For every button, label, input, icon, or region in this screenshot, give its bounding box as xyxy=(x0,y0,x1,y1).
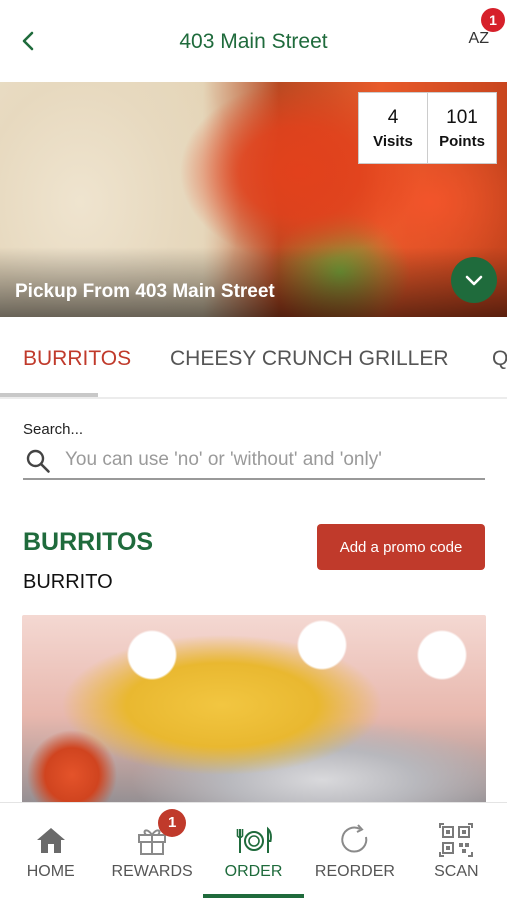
nav-item-order[interactable]: ORDER xyxy=(202,803,305,900)
section-title: BURRITOS xyxy=(23,528,154,556)
nav-label-reorder: REORDER xyxy=(314,863,395,880)
nav-label-rewards: REWARDS xyxy=(111,863,193,880)
search-input[interactable] xyxy=(65,444,480,476)
nav-item-home[interactable]: HOME xyxy=(0,803,101,900)
tab-cheesy-crunch-griller[interactable]: CHEESY CRUNCH GRILLER xyxy=(170,347,449,371)
visits-value: 4 xyxy=(387,107,399,128)
home-icon xyxy=(36,828,65,853)
app-header: 403 Main Street AZ 1 xyxy=(0,0,507,82)
qr-code-icon xyxy=(439,823,474,857)
visits-stat: 4 Visits xyxy=(359,93,427,163)
nav-label-home: HOME xyxy=(26,863,75,880)
nav-item-scan[interactable]: SCAN xyxy=(406,803,507,900)
search-icon xyxy=(26,449,50,473)
product-image[interactable] xyxy=(22,615,486,815)
nav-active-indicator xyxy=(202,894,305,898)
bottom-navigation: HOME 1 REWARDS ORDER REORDER SCAN xyxy=(0,802,507,900)
pickup-location-title: Pickup From 403 Main Street xyxy=(15,281,275,302)
page-title: 403 Main Street xyxy=(179,30,328,53)
avatar[interactable]: AZ xyxy=(469,30,489,48)
loyalty-stats: 4 Visits 101 Points xyxy=(358,92,497,164)
rewards-badge: 1 xyxy=(158,809,187,837)
search-label: Search... xyxy=(23,421,84,438)
category-tabs: BURRITOS CHEESY CRUNCH GRILLER Q xyxy=(0,317,507,399)
expand-location-button[interactable] xyxy=(451,257,497,303)
nav-item-reorder[interactable]: REORDER xyxy=(304,803,405,900)
visits-label: Visits xyxy=(373,133,413,150)
notification-badge: 1 xyxy=(481,8,505,32)
tabs-divider xyxy=(0,397,507,399)
tab-next-category[interactable]: Q xyxy=(492,347,507,371)
points-value: 101 xyxy=(446,107,478,128)
nav-item-rewards[interactable]: 1 REWARDS xyxy=(101,803,202,900)
nav-label-order: ORDER xyxy=(224,863,283,880)
hero-banner: 4 Visits 101 Points Pickup From 403 Main… xyxy=(0,82,507,317)
search-field xyxy=(23,442,485,480)
product-name: BURRITO xyxy=(23,571,113,593)
chevron-down-icon xyxy=(465,275,483,286)
nav-label-scan: SCAN xyxy=(434,863,479,880)
points-stat: 101 Points xyxy=(427,93,496,163)
add-promo-code-button[interactable]: Add a promo code xyxy=(317,524,485,570)
tab-burritos[interactable]: BURRITOS xyxy=(23,347,131,371)
reorder-icon xyxy=(341,824,368,853)
points-label: Points xyxy=(439,133,485,150)
utensils-icon xyxy=(236,826,272,853)
